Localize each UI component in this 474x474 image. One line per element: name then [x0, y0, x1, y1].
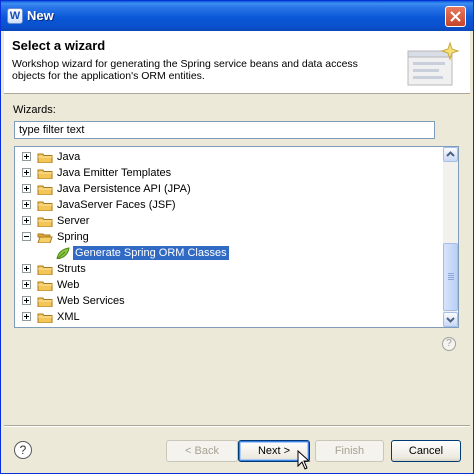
tree-item[interactable]: Java	[15, 149, 445, 165]
close-button[interactable]	[445, 6, 466, 27]
tree-item[interactable]: JavaServer Faces (JSF)	[15, 197, 445, 213]
vertical-scrollbar[interactable]	[443, 147, 458, 327]
expand-icon[interactable]	[22, 168, 31, 177]
help-button[interactable]: ?	[14, 441, 32, 459]
expand-icon[interactable]	[22, 264, 31, 273]
folder-icon	[37, 153, 53, 163]
open-folder-icon	[37, 233, 53, 243]
folder-icon	[37, 169, 53, 179]
tree-item-label: Java Emitter Templates	[57, 167, 172, 179]
folder-icon	[37, 185, 53, 195]
finish-button[interactable]: Finish	[315, 440, 384, 462]
folder-icon	[37, 201, 53, 211]
expand-icon[interactable]	[22, 296, 31, 305]
new-wizard-dialog: W New Select a wizard Workshop wizard fo…	[0, 0, 474, 474]
tree-item-label: Web Services	[57, 295, 125, 307]
scroll-up-button[interactable]	[443, 147, 458, 162]
expand-icon[interactable]	[22, 200, 31, 209]
tree-item-label: Generate Spring ORM Classes	[73, 246, 229, 260]
context-help-icon[interactable]: ?	[442, 337, 456, 351]
spring-leaf-icon	[56, 247, 70, 259]
cancel-button[interactable]: Cancel	[391, 440, 461, 462]
expand-icon[interactable]	[22, 312, 31, 321]
collapse-icon[interactable]	[22, 232, 31, 241]
tree-item[interactable]: Spring	[15, 229, 445, 245]
tree-item-label: Web	[57, 279, 80, 291]
tree-item[interactable]: XML	[15, 309, 445, 325]
folder-icon	[37, 313, 53, 323]
tree-item[interactable]: Generate Spring ORM Classes	[15, 245, 445, 261]
tree-item[interactable]: Web	[15, 277, 445, 293]
wizard-banner-icon	[407, 41, 460, 86]
filter-input[interactable]	[14, 121, 435, 139]
tree-item-label: Java Persistence API (JPA)	[57, 183, 191, 195]
close-icon	[450, 11, 461, 22]
expand-icon[interactable]	[22, 184, 31, 193]
scroll-thumb[interactable]	[443, 243, 458, 311]
expand-icon[interactable]	[22, 152, 31, 161]
app-icon: W	[7, 8, 23, 24]
tree-item-label: Struts	[57, 263, 86, 275]
tree-item-label: JavaServer Faces (JSF)	[57, 199, 176, 211]
wizards-label: Wizards:	[13, 104, 56, 116]
tree-item-label: Spring	[57, 231, 89, 243]
page-description: Workshop wizard for generating the Sprin…	[12, 58, 358, 82]
back-button[interactable]: < Back	[166, 440, 238, 462]
chevron-down-icon	[446, 317, 455, 323]
folder-icon	[37, 297, 53, 307]
page-title: Select a wizard	[12, 38, 106, 53]
tree-item[interactable]: Web Services	[15, 293, 445, 309]
folder-icon	[37, 265, 53, 275]
tree-item[interactable]: Java Emitter Templates	[15, 165, 445, 181]
wizard-header: Select a wizard Workshop wizard for gene…	[4, 31, 470, 94]
scroll-down-button[interactable]	[443, 312, 458, 327]
mouse-cursor-icon	[297, 450, 311, 470]
chevron-up-icon	[446, 151, 455, 157]
folder-icon	[37, 217, 53, 227]
tree-item[interactable]: Struts	[15, 261, 445, 277]
expand-icon[interactable]	[22, 280, 31, 289]
divider	[4, 425, 470, 427]
tree-item-label: Java	[57, 151, 81, 163]
tree-item[interactable]: Server	[15, 213, 445, 229]
expand-icon[interactable]	[22, 216, 31, 225]
folder-icon	[37, 281, 53, 291]
tree-item-label: Server	[57, 215, 90, 227]
wizard-tree[interactable]: Java Java Emitter Templates Java Persisten…	[14, 146, 459, 328]
window-title: New	[27, 8, 54, 23]
tree-item-label: XML	[57, 311, 80, 323]
tree-item[interactable]: Java Persistence API (JPA)	[15, 181, 445, 197]
title-bar[interactable]: W New	[1, 1, 473, 31]
